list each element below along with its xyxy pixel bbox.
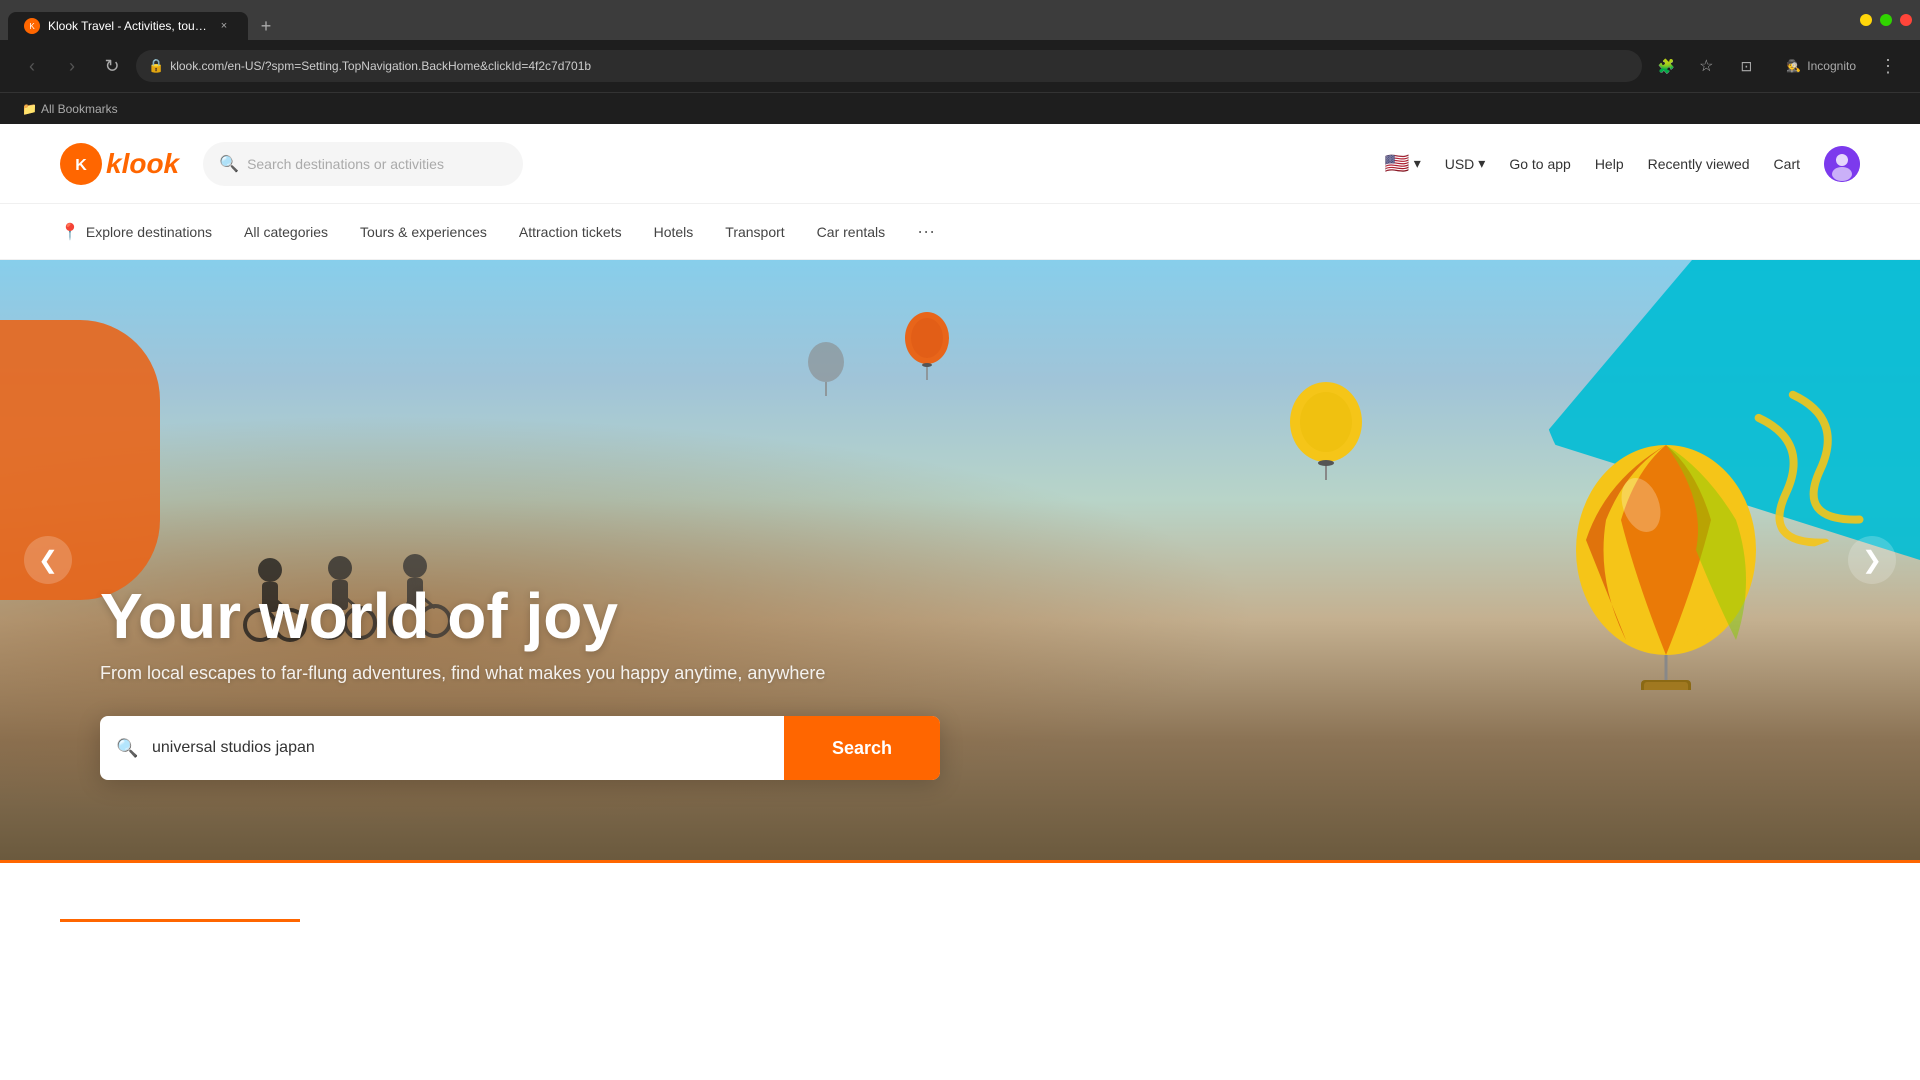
balloon-2 (806, 340, 846, 401)
profile-button[interactable]: ⊡ (1730, 50, 1762, 82)
hero-prev-button[interactable]: ❮ (24, 536, 72, 584)
cart-link[interactable]: Cart (1774, 156, 1800, 172)
hero-search-input[interactable] (100, 739, 784, 757)
browser-titlebar: K Klook Travel - Activities, tours, ... … (0, 0, 1920, 40)
bottom-tab-2[interactable] (300, 865, 540, 922)
go-to-app-link[interactable]: Go to app (1509, 156, 1571, 172)
help-link[interactable]: Help (1595, 156, 1624, 172)
go-to-app-label: Go to app (1509, 156, 1571, 172)
forward-button[interactable]: › (56, 50, 88, 82)
bookmarks-bar: 📁 All Bookmarks (0, 92, 1920, 124)
svg-text:K: K (75, 157, 87, 174)
hero-search-button[interactable]: Search (784, 716, 940, 780)
subnav-hotels[interactable]: Hotels (654, 220, 694, 244)
subnav-explore-label: Explore destinations (86, 224, 212, 240)
incognito-label: Incognito (1807, 59, 1856, 73)
hero-content: Your world of joy From local escapes to … (0, 581, 1920, 780)
maximize-button[interactable] (1880, 14, 1892, 26)
hero-search-icon: 🔍 (116, 738, 138, 759)
reload-button[interactable]: ↻ (96, 50, 128, 82)
sub-navigation: 📍 Explore destinations All categories To… (0, 204, 1920, 260)
cart-label: Cart (1774, 156, 1800, 172)
subnav-attraction-tickets[interactable]: Attraction tickets (519, 220, 622, 244)
logo[interactable]: K klook (60, 143, 179, 185)
explore-icon: 📍 (60, 222, 80, 242)
incognito-indicator: 🕵 Incognito (1778, 59, 1864, 73)
menu-button[interactable]: ⋮ (1872, 50, 1904, 82)
bookmarks-folder-icon: 📁 (22, 102, 37, 116)
tab-strip: K Klook Travel - Activities, tours, ... … (8, 0, 280, 40)
bookmark-button[interactable]: ☆ (1690, 50, 1722, 82)
bottom-tabs (0, 860, 1920, 920)
bottom-tab-4[interactable] (780, 865, 1020, 922)
header-navigation: 🇺🇸 ▾ USD ▾ Go to app Help Recently viewe… (1385, 146, 1860, 182)
hero-section: ❮ ❯ Your world of joy From local escapes… (0, 260, 1920, 860)
balloon-1 (902, 310, 952, 385)
tab-close-button[interactable]: × (216, 18, 232, 34)
address-bar[interactable]: 🔒 klook.com/en-US/?spm=Setting.TopNaviga… (136, 50, 1642, 82)
recently-viewed-label: Recently viewed (1648, 156, 1750, 172)
tab-favicon: K (24, 18, 40, 34)
klook-logo: K klook (60, 143, 179, 185)
avatar-image (1824, 146, 1860, 182)
subnav-all-categories-label: All categories (244, 224, 328, 240)
browser-chrome: K Klook Travel - Activities, tours, ... … (0, 0, 1920, 124)
subnav-explore[interactable]: 📍 Explore destinations (60, 218, 212, 246)
dropdown-arrow: ▾ (1414, 155, 1421, 172)
bottom-tab-1[interactable] (60, 865, 300, 922)
hero-next-button[interactable]: ❯ (1848, 536, 1896, 584)
subnav-transport[interactable]: Transport (725, 220, 784, 244)
balloon-3 (1286, 380, 1366, 485)
header-search-bar[interactable]: 🔍 Search destinations or activities (203, 142, 523, 186)
subnav-attraction-tickets-label: Attraction tickets (519, 224, 622, 240)
currency-selector[interactable]: USD ▾ (1445, 155, 1486, 172)
subnav-all-categories[interactable]: All categories (244, 220, 328, 244)
help-label: Help (1595, 156, 1624, 172)
header-search-icon: 🔍 (219, 154, 239, 174)
prev-arrow-icon: ❮ (38, 546, 58, 575)
hero-subtitle: From local escapes to far-flung adventur… (100, 663, 1820, 684)
active-tab[interactable]: K Klook Travel - Activities, tours, ... … (8, 12, 248, 40)
hero-search-bar: 🔍 Search (100, 716, 940, 780)
all-bookmarks-button[interactable]: 📁 All Bookmarks (16, 100, 124, 118)
incognito-icon: 🕵 (1786, 59, 1801, 73)
recently-viewed-link[interactable]: Recently viewed (1648, 156, 1750, 172)
user-avatar[interactable] (1824, 146, 1860, 182)
secure-icon: 🔒 (148, 58, 164, 74)
logo-text: klook (106, 148, 179, 180)
all-bookmarks-label: All Bookmarks (41, 102, 118, 116)
subnav-car-rentals-label: Car rentals (817, 224, 885, 240)
currency-dropdown-arrow: ▾ (1478, 155, 1485, 172)
language-selector[interactable]: 🇺🇸 ▾ (1385, 151, 1421, 176)
subnav-transport-label: Transport (725, 224, 784, 240)
close-button[interactable] (1900, 14, 1912, 26)
back-button[interactable]: ‹ (16, 50, 48, 82)
site-header: K klook 🔍 Search destinations or activit… (0, 124, 1920, 204)
logo-icon: K (60, 143, 102, 185)
window-controls (1860, 14, 1912, 26)
browser-nav: ‹ › ↻ 🔒 klook.com/en-US/?spm=Setting.Top… (0, 40, 1920, 92)
minimize-button[interactable] (1860, 14, 1872, 26)
tab-title: Klook Travel - Activities, tours, ... (48, 19, 208, 33)
hero-title: Your world of joy (100, 581, 1820, 651)
page-content: K klook 🔍 Search destinations or activit… (0, 124, 1920, 920)
url-text: klook.com/en-US/?spm=Setting.TopNavigati… (170, 59, 1630, 73)
header-search-placeholder: Search destinations or activities (247, 156, 444, 172)
extensions-button[interactable]: 🧩 (1650, 50, 1682, 82)
subnav-car-rentals[interactable]: Car rentals (817, 220, 885, 244)
flag-icon: 🇺🇸 (1385, 151, 1410, 176)
hero-search-wrapper: 🔍 (100, 716, 784, 780)
subnav-tours[interactable]: Tours & experiences (360, 220, 487, 244)
new-tab-button[interactable]: + (252, 12, 280, 40)
subnav-more-button[interactable]: ··· (917, 221, 935, 242)
bottom-tab-3[interactable] (540, 865, 780, 922)
next-arrow-icon: ❯ (1862, 546, 1882, 575)
subnav-tours-label: Tours & experiences (360, 224, 487, 240)
currency-label: USD (1445, 156, 1475, 172)
subnav-hotels-label: Hotels (654, 224, 694, 240)
